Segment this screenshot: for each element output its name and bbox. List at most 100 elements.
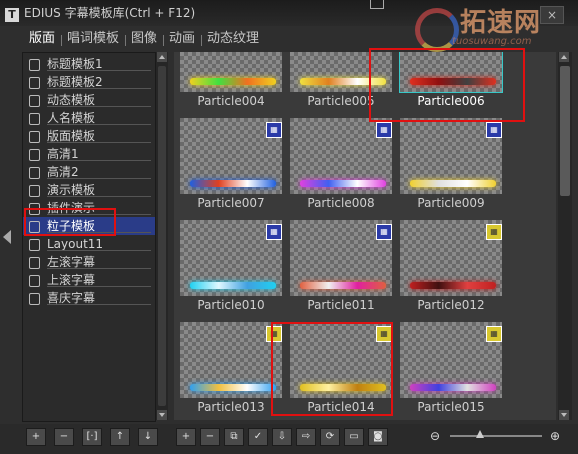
- template-thumbnail[interactable]: ▦ Particle009: [398, 116, 504, 212]
- title-bar: T EDIUS 字幕模板库(Ctrl + F12) 拓速网 tuosuwang.…: [0, 0, 578, 52]
- template-thumbnail[interactable]: ▦ Particle007: [178, 116, 284, 212]
- thumbnail-preview: ▦: [400, 322, 502, 398]
- apply-check-icon[interactable]: ✓: [248, 428, 268, 446]
- move-up-icon[interactable]: ↑: [110, 428, 130, 446]
- row-underline: [47, 196, 151, 197]
- snapshot-icon[interactable]: ◙: [368, 428, 388, 446]
- close-button[interactable]: ×: [540, 6, 564, 24]
- template-doc-icon: [29, 293, 40, 305]
- film-badge-icon: ▦: [486, 122, 502, 138]
- tab-separator: [201, 35, 202, 46]
- template-doc-icon: [29, 59, 40, 71]
- scroll-up-button[interactable]: [559, 52, 569, 62]
- template-category-item[interactable]: Layout11: [23, 235, 155, 253]
- window-fragment-icon: [370, 0, 384, 9]
- template-doc-icon: [29, 95, 40, 107]
- tab-layout[interactable]: 版面: [29, 30, 55, 48]
- move-down-icon[interactable]: ↓: [138, 428, 158, 446]
- template-thumbnail[interactable]: Particle004: [178, 52, 284, 110]
- scroll-down-button[interactable]: [157, 410, 167, 420]
- template-thumbnail[interactable]: ▦ Particle013: [178, 320, 284, 416]
- preview-monitor-icon[interactable]: ▭: [344, 428, 364, 446]
- row-underline: [47, 70, 151, 71]
- refresh-icon[interactable]: ⟳: [320, 428, 340, 446]
- template-category-item[interactable]: 高清1: [23, 145, 155, 163]
- scrollbar-thumb[interactable]: [158, 66, 166, 406]
- thumbnail-preview: ▦: [400, 220, 502, 296]
- layout-badge-icon: ▦: [486, 224, 502, 240]
- thumbnail-preview: ▦: [290, 118, 392, 194]
- remove-template-icon[interactable]: −: [200, 428, 220, 446]
- particle-streak: [300, 282, 386, 289]
- template-thumbnail[interactable]: ▦ Particle015: [398, 320, 504, 416]
- thumbnail-caption: Particle015: [417, 400, 485, 414]
- template-category-item[interactable]: 左滚字幕: [23, 253, 155, 271]
- tab-images[interactable]: 图像: [131, 30, 157, 48]
- scrollbar-thumb[interactable]: [560, 66, 570, 196]
- thumbnail-caption: Particle004: [197, 94, 265, 108]
- tab-separator: [163, 35, 164, 46]
- template-doc-icon: [29, 113, 40, 125]
- particle-streak: [190, 282, 276, 289]
- add-category-icon[interactable]: +: [26, 428, 46, 446]
- template-thumbnail[interactable]: ▦ Particle010: [178, 218, 284, 314]
- category-list-scrollbar[interactable]: [156, 52, 168, 420]
- thumbnail-grid-scrollbar[interactable]: [558, 52, 572, 420]
- zoom-out-icon[interactable]: ⊖: [430, 428, 440, 444]
- template-category-item[interactable]: 标题模板1: [23, 55, 155, 73]
- thumbnail-caption: Particle007: [197, 196, 265, 210]
- row-underline: [47, 250, 151, 251]
- row-underline: [47, 124, 151, 125]
- template-category-item[interactable]: 人名模板: [23, 109, 155, 127]
- template-thumbnail[interactable]: ▦ Particle011: [288, 218, 394, 314]
- add-template-icon[interactable]: +: [176, 428, 196, 446]
- template-category-item[interactable]: 标题模板2: [23, 73, 155, 91]
- tab-lyrics-templates[interactable]: 唱词模板: [67, 30, 119, 48]
- zoom-slider-handle[interactable]: [476, 430, 485, 438]
- annotation-box-particle014: [271, 322, 393, 416]
- arrow-down-icon: [561, 413, 567, 417]
- particle-streak: [410, 180, 496, 187]
- copy-template-icon[interactable]: ⧉: [224, 428, 244, 446]
- particle-streak: [190, 180, 276, 187]
- template-thumbnail[interactable]: ▦ Particle008: [288, 116, 394, 212]
- thumbnail-preview: ▦: [290, 220, 392, 296]
- template-category-list: 标题模板1 标题模板2 动态模板 人名模板 版面模板 高清1 高清2 演示模板 插件演示 粒子模板…: [22, 52, 156, 422]
- remove-category-icon[interactable]: −: [54, 428, 74, 446]
- scroll-down-button[interactable]: [559, 410, 569, 420]
- template-category-item[interactable]: 演示模板: [23, 181, 155, 199]
- tab-animation[interactable]: 动画: [169, 30, 195, 48]
- template-thumbnail[interactable]: ▦ Particle012: [398, 218, 504, 314]
- collapse-panel-icon[interactable]: [3, 230, 11, 244]
- tab-dynamic-texture[interactable]: 动态纹理: [207, 30, 259, 48]
- row-underline: [47, 178, 151, 179]
- tab-separator: [125, 35, 126, 46]
- scroll-up-button[interactable]: [157, 52, 167, 62]
- zoom-slider[interactable]: [450, 435, 542, 437]
- export-icon[interactable]: ⇨: [296, 428, 316, 446]
- thumbnail-preview: ▦: [400, 118, 502, 194]
- rename-category-icon[interactable]: [·]: [82, 428, 102, 446]
- particle-streak: [190, 384, 276, 391]
- row-underline: [47, 106, 151, 107]
- bottom-toolbar: ⊖ ⊕ + − [·] ↑ ↓ + − ⧉ ✓ ⇩ ⇨ ⟳ ▭ ◙: [0, 424, 578, 454]
- template-category-item[interactable]: 喜庆字幕: [23, 289, 155, 307]
- thumbnail-caption: Particle012: [417, 298, 485, 312]
- layout-badge-icon: ▦: [486, 326, 502, 342]
- thumbnail-caption: Particle009: [417, 196, 485, 210]
- thumbnail-preview: ▦: [180, 322, 282, 398]
- template-category-item[interactable]: 版面模板: [23, 127, 155, 145]
- zoom-in-icon[interactable]: ⊕: [550, 428, 560, 444]
- film-badge-icon: ▦: [376, 122, 392, 138]
- film-badge-icon: ▦: [376, 224, 392, 240]
- thumbnail-preview: ▦: [180, 220, 282, 296]
- template-category-item[interactable]: 高清2: [23, 163, 155, 181]
- template-category-item[interactable]: 上滚字幕: [23, 271, 155, 289]
- import-icon[interactable]: ⇩: [272, 428, 292, 446]
- tab-bar: 版面 唱词模板 图像 动画 动态纹理: [0, 26, 578, 50]
- template-doc-icon: [29, 275, 40, 287]
- annotation-box-particle006: [369, 48, 525, 122]
- window-title: EDIUS 字幕模板库(Ctrl + F12): [24, 6, 196, 20]
- template-category-item[interactable]: 动态模板: [23, 91, 155, 109]
- thumbnail-caption: Particle013: [197, 400, 265, 414]
